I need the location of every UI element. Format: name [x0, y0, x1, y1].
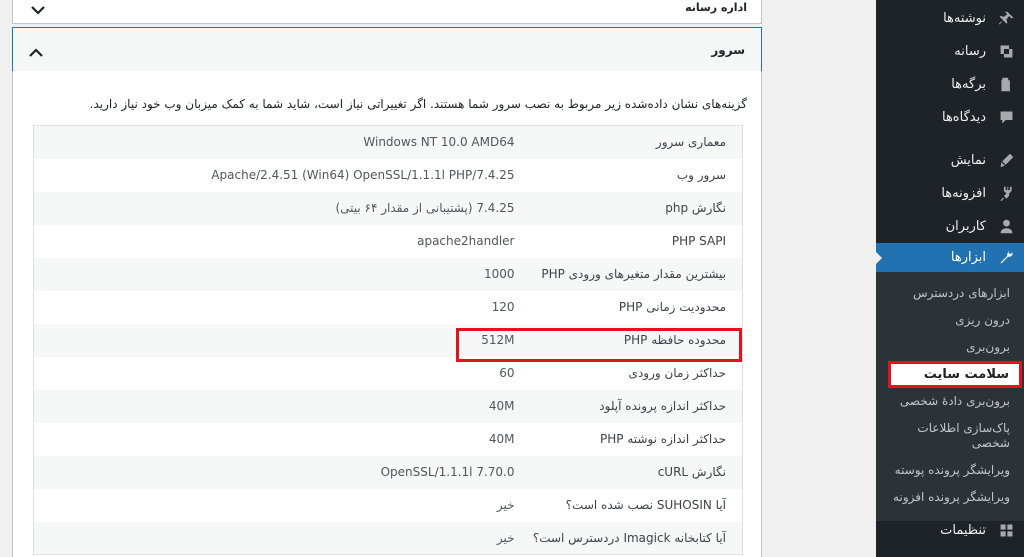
submenu-theme-file-editor[interactable]: ویرایشگر پرونده پوسته: [876, 457, 1024, 484]
sidebar-item-label: ابزارها: [950, 250, 986, 265]
row-value: 7.70.0 OpenSSL/1.1.1l: [33, 455, 523, 489]
tools-icon: [996, 248, 1016, 268]
row-label: محدوده حافظه PHP: [522, 323, 743, 357]
users-icon: [996, 217, 1016, 237]
row-value: 512M: [33, 323, 523, 357]
row-value: Apache/2.4.51 (Win64) OpenSSL/1.1.1l PHP…: [33, 158, 523, 192]
submenu-plugin-file-editor[interactable]: ویرایشگر پرونده افزونه: [876, 484, 1024, 511]
row-label: آیا کتابخانه Imagick دردسترس است؟: [522, 521, 743, 555]
table-row: نگارش cURL 7.70.0 OpenSSL/1.1.1l: [33, 455, 743, 489]
row-value: 40M: [33, 422, 523, 456]
sidebar-item-label: نوشته‌ها: [943, 11, 986, 26]
row-label: حداکثر اندازه نوشته PHP: [522, 422, 743, 456]
sidebar-item-label: رسانه: [954, 44, 986, 59]
accordion-media-title: اداره رسانه: [685, 1, 747, 14]
row-value: 120: [33, 290, 523, 324]
sidebar-item-plugins[interactable]: افزونه‌ها: [876, 177, 1024, 210]
pages-icon: [996, 75, 1016, 95]
row-value: 1000: [33, 257, 523, 291]
tools-submenu: ابزارهای دردسترس درون ریزی برون‌بری سلام…: [876, 272, 1024, 521]
table-row: محدودیت زمانی PHP 120: [33, 290, 743, 324]
submenu-site-health[interactable]: سلامت سایت: [888, 361, 1022, 388]
table-row: حداکثر زمان ورودی 60: [33, 356, 743, 390]
table-row: PHP SAPI apache2handler: [33, 224, 743, 258]
accordion-media-handling[interactable]: اداره رسانه: [12, 0, 762, 24]
sidebar-item-label: دیدگاه‌ها: [941, 110, 986, 125]
appearance-icon: [996, 151, 1016, 171]
table-row: بیشترین مقدار متغیرهای ورودی PHP 1000: [33, 257, 743, 291]
sidebar-item-users[interactable]: کاربران: [876, 210, 1024, 243]
table-row: آیا کتابخانه Imagick دردسترس است؟ خیر: [33, 521, 743, 555]
sidebar-item-tools[interactable]: ابزارها: [876, 243, 1024, 272]
row-label: سرور وب: [522, 158, 743, 192]
table-row: معماری سرور Windows NT 10.0 AMD64: [33, 125, 743, 159]
table-row: حداکثر اندازه نوشته PHP 40M: [33, 422, 743, 456]
sidebar-item-pages[interactable]: برگه‌ها: [876, 68, 1024, 101]
sidebar-item-label: نمایش: [950, 153, 986, 168]
admin-sidebar: نوشته‌ها رسانه برگه‌ها دیدگاه‌ها نمایش ا…: [876, 0, 1024, 557]
comments-icon: [996, 108, 1016, 128]
row-value: 60: [33, 356, 523, 390]
media-icon: [996, 42, 1016, 62]
table-row: سرور وب Apache/2.4.51 (Win64) OpenSSL/1.1…: [33, 158, 743, 192]
chevron-up-icon[interactable]: [29, 43, 43, 62]
settings-icon: [996, 521, 1016, 541]
table-row: حداکثر اندازه پرونده آپلود 40M: [33, 389, 743, 423]
row-label: آیا SUHOSIN نصب شده است؟: [522, 488, 743, 522]
table-row: محدوده حافظه PHP 512M: [33, 323, 743, 357]
sidebar-item-label: تنظیمات: [940, 523, 986, 538]
sidebar-item-label: کاربران: [945, 219, 986, 234]
row-label: حداکثر اندازه پرونده آپلود: [522, 389, 743, 423]
row-value: apache2handler: [33, 224, 523, 258]
plugins-icon: [996, 184, 1016, 204]
chevron-down-icon[interactable]: [31, 0, 45, 19]
row-label: بیشترین مقدار متغیرهای ورودی PHP: [522, 257, 743, 291]
row-label: معماری سرور: [522, 125, 743, 159]
row-value: 7.4.25 (پشتیبانی از مقدار ۶۴ بیتی): [33, 191, 523, 225]
row-label: حداکثر زمان ورودی: [522, 356, 743, 390]
submenu-available-tools[interactable]: ابزارهای دردسترس: [876, 280, 1024, 307]
table-row: نگارش php 7.4.25 (پشتیبانی از مقدار ۶۴ بی…: [33, 191, 743, 225]
accordion-server-title: سرور: [711, 43, 745, 57]
submenu-erase-personal-data[interactable]: پاک‌سازی اطلاعات شخصی: [876, 415, 1024, 457]
server-panel: گزینه‌های نشان داده‌شده زیر مربوط به نصب…: [12, 71, 762, 557]
sidebar-item-media[interactable]: رسانه: [876, 35, 1024, 68]
sidebar-item-settings[interactable]: تنظیمات: [876, 514, 1024, 547]
row-value: خیر: [33, 521, 523, 555]
pin-icon: [996, 9, 1016, 29]
row-label: محدودیت زمانی PHP: [522, 290, 743, 324]
sidebar-item-posts[interactable]: نوشته‌ها: [876, 2, 1024, 35]
row-label: PHP SAPI: [522, 224, 743, 258]
server-description: گزینه‌های نشان داده‌شده زیر مربوط به نصب…: [89, 97, 747, 111]
sidebar-item-label: افزونه‌ها: [941, 186, 986, 201]
row-value: خیر: [33, 488, 523, 522]
row-value: Windows NT 10.0 AMD64: [33, 125, 523, 159]
server-info-table: معماری سرور Windows NT 10.0 AMD64 سرور وب A…: [33, 125, 743, 555]
submenu-export-personal-data[interactable]: برون‌بری دادهٔ شخصی: [876, 388, 1024, 415]
submenu-export[interactable]: برون‌بری: [876, 334, 1024, 361]
sidebar-item-comments[interactable]: دیدگاه‌ها: [876, 101, 1024, 134]
submenu-import[interactable]: درون ریزی: [876, 307, 1024, 334]
row-label: نگارش cURL: [522, 455, 743, 489]
sidebar-item-label: برگه‌ها: [951, 77, 986, 92]
table-row: آیا SUHOSIN نصب شده است؟ خیر: [33, 488, 743, 522]
accordion-server[interactable]: سرور: [12, 27, 762, 72]
row-label: نگارش php: [522, 191, 743, 225]
sidebar-item-appearance[interactable]: نمایش: [876, 144, 1024, 177]
main-content: اداره رسانه سرور گزینه‌های نشان داده‌شده…: [0, 0, 876, 557]
row-value: 40M: [33, 389, 523, 423]
